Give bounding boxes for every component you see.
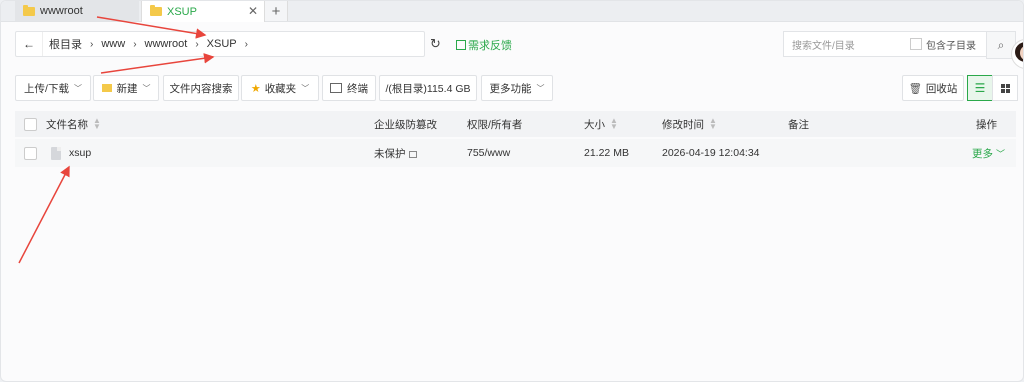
table-row[interactable]: xsup 未保护 755/www 21.22 MB 2026-04-19 12:…	[15, 139, 1016, 167]
sort-icon: ▲ ▼	[709, 116, 717, 131]
chevron-down-icon: ﹀	[73, 83, 82, 93]
unlock-icon	[408, 151, 417, 158]
mtime-cell: 2026-04-19 12:04:34	[662, 147, 760, 159]
trash-icon: 🗑	[908, 82, 922, 95]
table-header: 文件名称 ▲ ▼ 企业级防篡改 权限/所有者 大小 ▲ ▼ 修改时间 ▲ ▼ 备注 操作	[15, 111, 1016, 137]
chevron-right-icon: ›	[244, 38, 248, 50]
tab-label: XSUP	[167, 5, 197, 18]
refresh-icon[interactable]: ↻	[430, 36, 441, 52]
grid-view-icon[interactable]	[992, 75, 1018, 101]
close-icon[interactable]: ✕	[248, 4, 258, 18]
chevron-down-icon: ﹀	[536, 83, 545, 93]
folder-icon	[23, 4, 35, 16]
protect-cell[interactable]: 未保护	[374, 146, 417, 161]
terminal-button[interactable]: 终端	[322, 75, 376, 101]
more-actions-link[interactable]: 更多 ﹀	[972, 146, 1005, 161]
chevron-right-icon: ›	[133, 38, 137, 50]
back-arrow-icon[interactable]: ←	[16, 32, 43, 56]
disk-button[interactable]: /(根目录)115.4 GB	[379, 75, 477, 101]
select-all-checkbox[interactable]	[24, 117, 37, 131]
more-functions-button[interactable]: 更多功能 ﹀	[481, 75, 553, 101]
chevron-down-icon: ﹀	[301, 83, 310, 93]
upload-download-button[interactable]: 上传/下载 ﹀	[15, 75, 91, 101]
list-view-icon[interactable]: ☰	[967, 75, 993, 101]
annotation-arrows	[18, 16, 215, 264]
file-icon	[51, 146, 61, 160]
size-cell: 21.22 MB	[584, 147, 629, 159]
col-mtime[interactable]: 修改时间 ▲ ▼	[662, 117, 717, 132]
content-search-button[interactable]: 文件内容搜索	[163, 75, 239, 101]
annotation-arrow	[18, 165, 70, 264]
new-folder-icon	[101, 84, 112, 92]
sort-icon: ▲ ▼	[93, 116, 101, 131]
breadcrumb-item-root[interactable]: 根目录 ›	[43, 32, 95, 56]
annotation-arrow	[100, 53, 215, 74]
col-name[interactable]: 文件名称 ▲ ▼	[46, 117, 101, 132]
chevron-down-icon: ﹀	[142, 83, 151, 93]
checkbox[interactable]	[910, 38, 922, 50]
terminal-icon	[330, 83, 342, 93]
new-button[interactable]: 新建 ﹀	[93, 75, 159, 101]
tab-wwwroot[interactable]: wwwroot	[15, 1, 139, 21]
col-action: 操作	[976, 118, 997, 131]
feedback-icon	[456, 40, 466, 50]
tab-bar: wwwroot XSUP ✕ +	[1, 1, 1023, 22]
search-box: 搜索文件/目录 包含子目录	[783, 31, 987, 57]
recycle-bin-button[interactable]: 🗑 回收站	[902, 75, 964, 101]
col-protect: 企业级防篡改	[374, 118, 437, 131]
feedback-link[interactable]: 需求反馈	[456, 37, 512, 53]
file-name-cell[interactable]: xsup	[51, 146, 91, 160]
chevron-right-icon: ›	[90, 38, 94, 50]
include-subdir-checkbox[interactable]: 包含子目录	[910, 37, 976, 52]
search-input[interactable]: 搜索文件/目录	[784, 37, 910, 52]
breadcrumb-item-xsup[interactable]: XSUP ›	[201, 32, 250, 56]
row-checkbox[interactable]	[24, 146, 37, 160]
breadcrumb-item-www[interactable]: www ›	[95, 32, 138, 56]
breadcrumb[interactable]: ← 根目录 › www › wwwroot › XSUP ›	[15, 31, 425, 57]
col-perm: 权限/所有者	[467, 118, 523, 131]
col-size[interactable]: 大小 ▲ ▼	[584, 117, 618, 132]
perm-cell[interactable]: 755/www	[467, 147, 510, 159]
sort-icon: ▲ ▼	[610, 116, 618, 131]
add-tab-button[interactable]: +	[265, 1, 288, 21]
file-manager-window: wwwroot XSUP ✕ + ← 根目录 › www › wwwroot ›…	[0, 0, 1024, 382]
chevron-down-icon: ﹀	[996, 148, 1006, 159]
breadcrumb-item-wwwroot[interactable]: wwwroot ›	[139, 32, 201, 56]
favorites-button[interactable]: ★ 收藏夹 ﹀	[241, 75, 319, 101]
chevron-right-icon: ›	[195, 38, 199, 50]
col-note: 备注	[788, 118, 809, 131]
folder-icon	[150, 5, 162, 16]
star-icon: ★	[250, 82, 261, 95]
tab-xsup[interactable]: XSUP ✕	[141, 1, 265, 22]
tab-label: wwwroot	[40, 5, 83, 17]
